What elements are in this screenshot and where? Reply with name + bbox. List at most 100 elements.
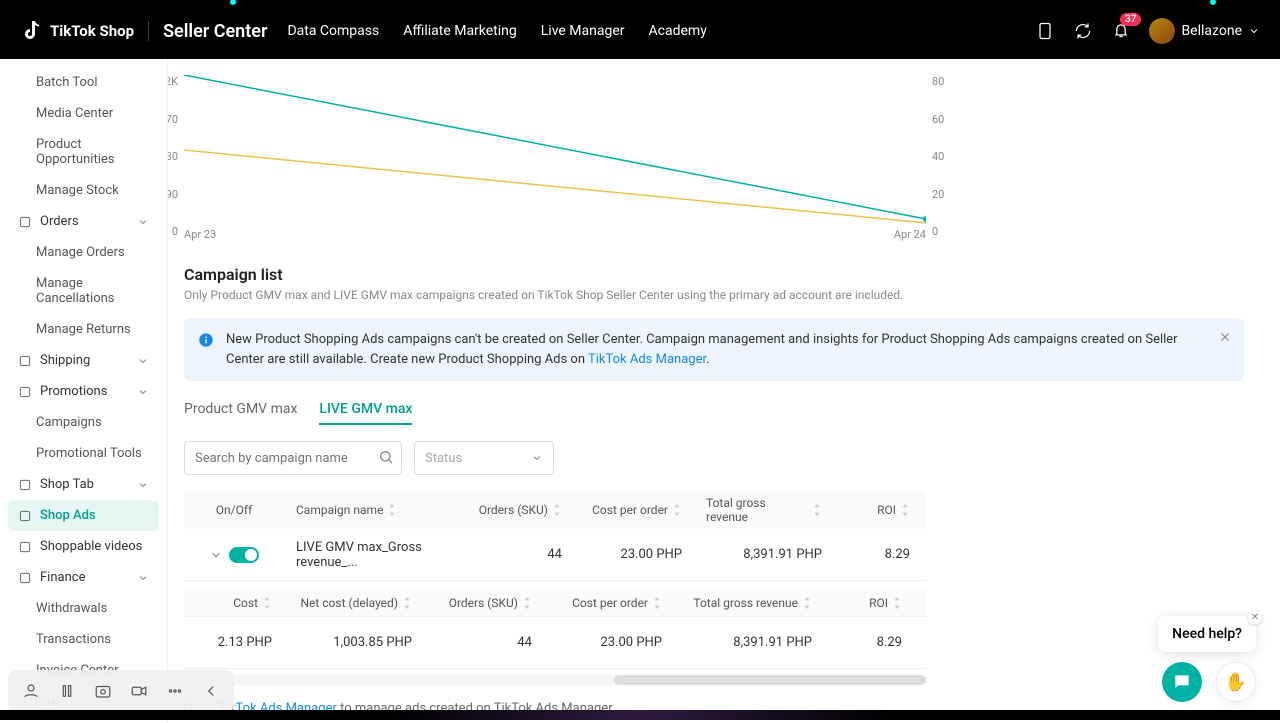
sidebar-item-media-center[interactable]: Media Center bbox=[8, 98, 159, 129]
top-bar: TikTok Shop Seller Center Data Compass A… bbox=[0, 3, 1280, 59]
col-net[interactable]: Net cost (delayed) bbox=[284, 596, 424, 610]
campaign-toggle[interactable] bbox=[229, 547, 259, 563]
sidebar-item-shoppable-videos[interactable]: Shoppable videos bbox=[8, 531, 159, 562]
sidebar-item-manage-orders[interactable]: Manage Orders bbox=[8, 237, 159, 268]
sidebar-icon bbox=[18, 571, 32, 585]
sidebar-item-promotions[interactable]: Promotions bbox=[8, 376, 159, 407]
sidebar-item-manage-returns[interactable]: Manage Returns bbox=[8, 314, 159, 345]
nav-affiliate[interactable]: Affiliate Marketing bbox=[403, 23, 517, 39]
tool-pause[interactable] bbox=[52, 676, 82, 706]
user-menu[interactable]: Bellazone bbox=[1149, 18, 1260, 44]
col-cpo[interactable]: Cost per order bbox=[574, 503, 694, 517]
tool-more[interactable] bbox=[160, 676, 190, 706]
col-onoff[interactable]: On/Off bbox=[184, 503, 284, 517]
horizontal-scrollbar[interactable] bbox=[184, 675, 926, 685]
col-roi-2[interactable]: ROI bbox=[824, 596, 914, 610]
col-rev-2[interactable]: Total gross revenue bbox=[674, 596, 824, 610]
col-cost[interactable]: Cost bbox=[184, 596, 284, 610]
sidebar-item-campaigns[interactable]: Campaigns bbox=[8, 407, 159, 438]
cell-orders: 44 bbox=[464, 547, 574, 562]
chevron-down-icon bbox=[137, 479, 149, 491]
sidebar-item-label: Product Opportunities bbox=[36, 137, 149, 167]
main-content: 1.2K 870 580 290 0 80 60 40 20 0 Apr 23 … bbox=[168, 59, 1280, 723]
info-icon bbox=[198, 332, 214, 348]
tool-screenshot[interactable] bbox=[88, 676, 118, 706]
bottom-decor bbox=[0, 710, 1280, 720]
campaign-table: On/Off Campaign name Orders (SKU) Cost p… bbox=[184, 491, 926, 685]
sidebar-icon bbox=[18, 385, 32, 399]
nav-data-compass[interactable]: Data Compass bbox=[287, 23, 379, 39]
y-tick: 1.2K bbox=[168, 75, 178, 88]
tool-collapse[interactable] bbox=[196, 676, 226, 706]
notifications[interactable]: 37 bbox=[1111, 19, 1131, 43]
sidebar-item-label: Campaigns bbox=[36, 415, 102, 430]
sidebar-item-shop-tab[interactable]: Shop Tab bbox=[8, 469, 159, 500]
y-tick: 60 bbox=[932, 113, 944, 126]
device-icon[interactable] bbox=[1035, 21, 1055, 41]
sidebar-item-batch-tool[interactable]: Batch Tool bbox=[8, 67, 159, 98]
campaign-list-subtitle: Only Product GMV max and LIVE GMV max ca… bbox=[184, 288, 1244, 302]
sidebar-item-transactions[interactable]: Transactions bbox=[8, 624, 159, 655]
col-orders-2[interactable]: Orders (SKU) bbox=[424, 596, 544, 610]
performance-chart: 1.2K 870 580 290 0 80 60 40 20 0 Apr 23 … bbox=[184, 75, 926, 225]
tab-live-gmv[interactable]: LIVE GMV max bbox=[319, 401, 412, 425]
sidebar-item-label: Shop Tab bbox=[40, 477, 94, 492]
sidebar-icon bbox=[18, 215, 32, 229]
y-tick: 0 bbox=[932, 225, 938, 238]
brand-title[interactable]: Seller Center bbox=[163, 21, 267, 42]
hand-fab[interactable]: ✋ bbox=[1216, 662, 1256, 702]
sidebar-item-finance[interactable]: Finance bbox=[8, 562, 159, 593]
table-row[interactable]: LIVE GMV max_Gross revenue_... 44 23.00 … bbox=[184, 529, 926, 581]
sidebar-item-orders[interactable]: Orders bbox=[8, 206, 159, 237]
cell-orders-2: 44 bbox=[424, 635, 544, 650]
sidebar-item-manage-cancellations[interactable]: Manage Cancellations bbox=[8, 268, 159, 314]
nav-live-manager[interactable]: Live Manager bbox=[541, 23, 625, 39]
sidebar-item-label: Withdrawals bbox=[36, 601, 107, 616]
col-roi[interactable]: ROI bbox=[834, 503, 922, 517]
y-tick: 870 bbox=[168, 113, 178, 126]
expand-caret-icon[interactable] bbox=[209, 548, 223, 562]
tab-product-gmv[interactable]: Product GMV max bbox=[184, 401, 297, 425]
sidebar-item-product-opportunities[interactable]: Product Opportunities bbox=[8, 129, 159, 175]
chevron-down-icon bbox=[137, 355, 149, 367]
close-icon[interactable] bbox=[1218, 330, 1232, 344]
help-bubble[interactable]: Need help? ✕ bbox=[1158, 616, 1256, 652]
divider bbox=[148, 21, 149, 41]
campaign-search[interactable] bbox=[184, 441, 402, 475]
campaign-list-title: Campaign list bbox=[184, 265, 1244, 284]
sidebar-item-shipping[interactable]: Shipping bbox=[8, 345, 159, 376]
chevron-down-icon bbox=[531, 452, 543, 464]
sidebar-item-promotional-tools[interactable]: Promotional Tools bbox=[8, 438, 159, 469]
refresh-icon[interactable] bbox=[1073, 21, 1093, 41]
sidebar-item-label: Shop Ads bbox=[40, 508, 96, 523]
search-input[interactable] bbox=[184, 441, 402, 475]
sidebar-item-shop-ads[interactable]: Shop Ads bbox=[8, 500, 159, 531]
chat-fab[interactable] bbox=[1162, 662, 1202, 702]
top-nav: Data Compass Affiliate Marketing Live Ma… bbox=[287, 23, 706, 39]
cell-rev-2: 8,391.91 PHP bbox=[674, 635, 824, 650]
cell-name: LIVE GMV max_Gross revenue_... bbox=[284, 540, 464, 570]
sub-table-row: 2.13 PHP 1,003.85 PHP 44 23.00 PHP 8,391… bbox=[184, 617, 926, 669]
close-icon[interactable]: ✕ bbox=[1248, 610, 1262, 624]
nav-academy[interactable]: Academy bbox=[649, 23, 707, 39]
tool-user[interactable] bbox=[16, 676, 46, 706]
sub-table-header: Cost Net cost (delayed) Orders (SKU) Cos… bbox=[184, 581, 926, 617]
col-revenue[interactable]: Total gross revenue bbox=[694, 496, 834, 524]
tool-video[interactable] bbox=[124, 676, 154, 706]
sidebar-item-label: Promotional Tools bbox=[36, 446, 142, 461]
col-orders[interactable]: Orders (SKU) bbox=[464, 503, 574, 517]
logo[interactable]: TikTok Shop bbox=[20, 19, 134, 43]
window-top-border bbox=[0, 0, 1280, 3]
topbar-right: 37 Bellazone bbox=[1035, 18, 1260, 44]
sidebar-item-withdrawals[interactable]: Withdrawals bbox=[8, 593, 159, 624]
status-select[interactable]: Status bbox=[414, 441, 554, 475]
chevron-down-icon bbox=[137, 216, 149, 228]
banner-link[interactable]: TikTok Ads Manager bbox=[588, 352, 706, 367]
sidebar-item-manage-stock[interactable]: Manage Stock bbox=[8, 175, 159, 206]
col-cpo-2[interactable]: Cost per order bbox=[544, 596, 674, 610]
cell-cpo-2: 23.00 PHP bbox=[544, 635, 674, 650]
y-tick: 40 bbox=[932, 150, 944, 163]
search-icon bbox=[378, 449, 394, 465]
col-name[interactable]: Campaign name bbox=[284, 503, 464, 517]
y-tick: 0 bbox=[172, 225, 178, 238]
